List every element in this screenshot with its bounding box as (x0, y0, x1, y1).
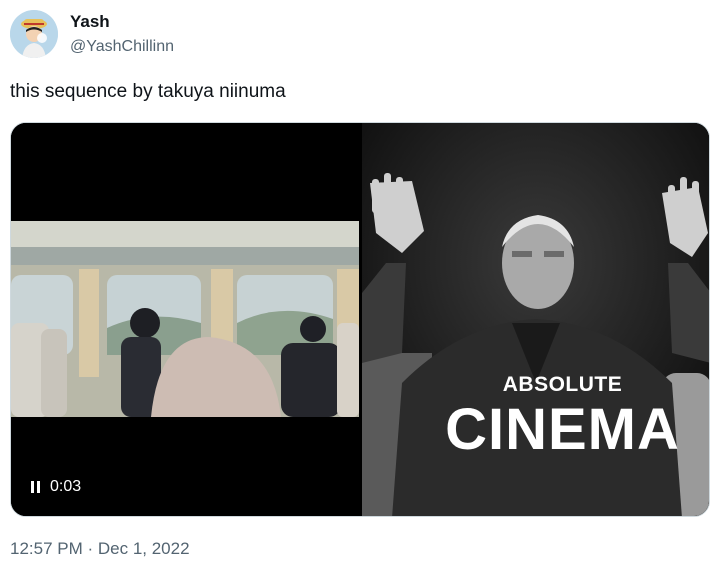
display-name[interactable]: Yash (70, 12, 110, 32)
meme-image[interactable]: ABSOLUTE CINEMA (362, 123, 709, 516)
meme-caption-small: ABSOLUTE (502, 373, 623, 396)
video-controls: 0:03 (31, 478, 81, 496)
avatar-image (10, 10, 58, 58)
tweet-text: this sequence by takuya niinuma (10, 81, 286, 102)
video-frame (11, 123, 359, 516)
meme-caption-big: CINEMA (445, 397, 680, 462)
user-handle[interactable]: @YashChillinn (70, 38, 174, 56)
pause-icon[interactable] (31, 481, 40, 493)
media-grid: 0:03 ABSOLUTE CINEMA (10, 122, 710, 517)
avatar[interactable] (10, 10, 58, 58)
tweet-timestamp[interactable]: 12:57 PM · Dec 1, 2022 (10, 539, 190, 559)
video-player[interactable]: 0:03 (11, 123, 359, 516)
video-elapsed-time: 0:03 (50, 478, 82, 495)
